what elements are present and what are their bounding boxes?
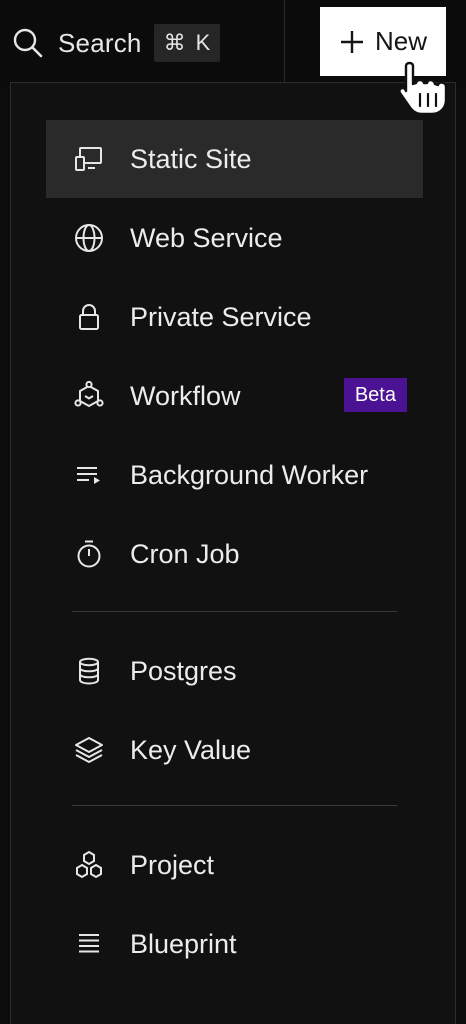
menu-divider (72, 611, 397, 612)
menu-item-cron-job[interactable]: Cron Job (46, 515, 423, 593)
search-icon (13, 28, 43, 58)
menu-item-label: Static Site (130, 143, 252, 174)
plus-icon (340, 30, 363, 53)
top-bar: Search ⌘ K New (0, 0, 466, 86)
shortcut-key: K (195, 30, 211, 55)
menu-item-blueprint[interactable]: Blueprint (46, 905, 423, 983)
menu-item-project[interactable]: Project (46, 826, 423, 904)
menu-divider (72, 805, 397, 806)
workflow-icon (72, 379, 106, 413)
database-icon (72, 654, 106, 688)
menu-item-workflow[interactable]: Workflow Beta (46, 357, 423, 435)
new-button-label: New (374, 26, 427, 56)
search-button[interactable]: Search ⌘ K (10, 22, 221, 64)
command-key-symbol: ⌘ (163, 30, 186, 55)
stopwatch-icon (72, 537, 106, 571)
search-label: Search (58, 27, 142, 58)
project-icon (72, 848, 106, 882)
menu-item-label: Key Value (130, 734, 252, 765)
menu-item-label: Cron Job (130, 538, 240, 569)
menu-item-postgres[interactable]: Postgres (46, 632, 423, 710)
shortcut-hint: ⌘ K (153, 24, 221, 62)
topbar-divider (284, 0, 285, 82)
menu-item-private-service[interactable]: Private Service (46, 278, 423, 356)
menu-item-label: Postgres (130, 655, 237, 686)
layers-icon (72, 733, 106, 767)
blueprint-icon (72, 927, 106, 961)
menu-item-label: Workflow (130, 380, 241, 411)
menu-item-static-site[interactable]: Static Site (46, 120, 423, 198)
background-worker-icon (72, 458, 106, 492)
menu-item-label: Private Service (130, 301, 312, 332)
menu-item-web-service[interactable]: Web Service (46, 199, 423, 277)
menu-item-label: Web Service (130, 222, 283, 253)
menu-item-label: Blueprint (130, 928, 237, 959)
menu-item-background-worker[interactable]: Background Worker (46, 436, 423, 514)
menu-item-label: Background Worker (130, 459, 369, 490)
beta-badge: Beta (343, 378, 407, 412)
lock-icon (72, 300, 106, 334)
menu-item-key-value[interactable]: Key Value (46, 711, 423, 789)
globe-icon (72, 221, 106, 255)
new-resource-menu: Static Site Web Service Private Service (10, 82, 456, 1024)
new-button[interactable]: New (320, 7, 446, 76)
menu-item-label: Project (130, 849, 215, 880)
static-site-icon (72, 142, 106, 176)
